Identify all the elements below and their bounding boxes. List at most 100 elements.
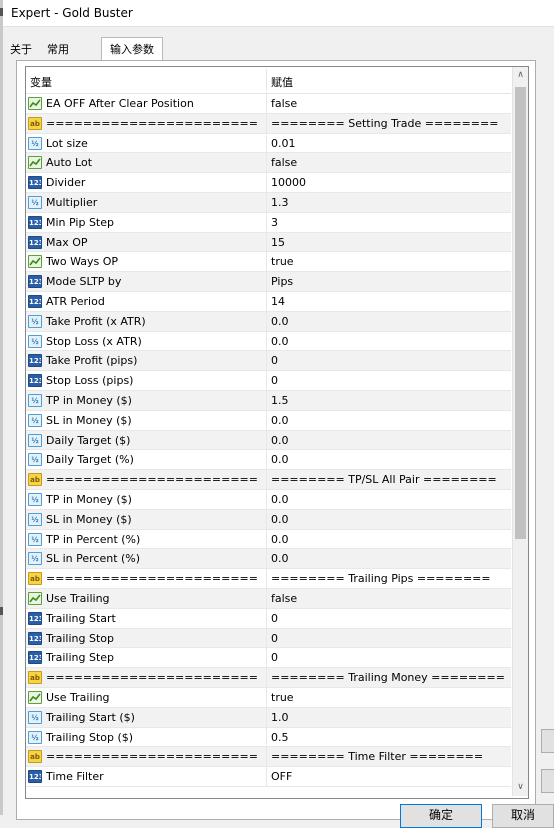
grid-row[interactable]: ab ======================= ======== Traili… (26, 668, 511, 688)
grid-row[interactable]: Two Ways OP true (26, 252, 511, 273)
window-title: Expert - Gold Buster (11, 6, 133, 20)
grid-row[interactable]: ab ======================= ======== TP/SL … (26, 470, 511, 490)
grid-row[interactable]: ½ Trailing Start ($) 1.0 (26, 707, 511, 728)
parameter-value[interactable]: 0.0 (271, 312, 509, 331)
double-icon: ½ (28, 413, 42, 427)
grid-row[interactable]: ½ Lot size 0.01 (26, 133, 511, 154)
parameter-value[interactable]: 0.0 (271, 490, 509, 509)
parameter-value[interactable]: OFF (271, 767, 509, 786)
grid-row[interactable]: 123 Max OP 15 (26, 232, 511, 253)
grid-row[interactable]: Use Trailing true (26, 687, 511, 708)
parameter-value[interactable]: ======== Trailing Money ======== (271, 668, 509, 687)
scroll-down-icon[interactable]: ∨ (513, 779, 528, 795)
parameter-value[interactable]: ======== Setting Trade ======== (271, 114, 509, 133)
column-separator (266, 351, 267, 371)
scroll-up-icon[interactable]: ∧ (513, 67, 528, 83)
parameter-value[interactable]: false (271, 153, 509, 172)
parameter-name: Stop Loss (x ATR) (46, 334, 142, 348)
grid-row[interactable]: ½ Daily Target ($) 0.0 (26, 430, 511, 451)
parameter-value[interactable]: 0.01 (271, 134, 509, 153)
grid-row[interactable]: 123 Take Profit (pips) 0 (26, 351, 511, 372)
side-button[interactable] (541, 729, 554, 753)
parameter-value[interactable]: 15 (271, 233, 509, 252)
scrollbar-thumb[interactable] (515, 87, 526, 539)
side-button[interactable] (541, 769, 554, 793)
parameter-value[interactable]: true (271, 688, 509, 707)
grid-row[interactable]: 123 Trailing Stop 0 (26, 628, 511, 649)
column-separator (266, 232, 267, 252)
grid-row[interactable]: Use Trailing false (26, 588, 511, 609)
grid-row[interactable]: ½ SL in Money ($) 0.0 (26, 509, 511, 530)
parameter-name: Trailing Start ($) (46, 710, 135, 724)
parameter-value[interactable]: 0.0 (271, 530, 509, 549)
tab-common[interactable]: 常用 (40, 39, 76, 60)
parameter-value[interactable]: 0 (271, 648, 509, 667)
parameter-value[interactable]: false (271, 94, 509, 113)
grid-row[interactable]: ½ Trailing Stop ($) 0.5 (26, 727, 511, 748)
grid-row[interactable]: ab ======================= ======== Settin… (26, 113, 511, 134)
vertical-scrollbar[interactable]: ∧ ∨ (512, 67, 528, 796)
column-separator (266, 173, 267, 192)
grid-row[interactable]: ½ TP in Percent (%) 0.0 (26, 529, 511, 550)
parameter-value[interactable]: Pips (271, 272, 509, 291)
column-separator (266, 588, 267, 608)
column-header-value[interactable]: 赋值 (271, 74, 293, 90)
tab-inputs[interactable]: 输入参数 (101, 37, 163, 60)
parameter-value[interactable]: 1.0 (271, 708, 509, 727)
cancel-button[interactable]: 取消 (492, 804, 554, 828)
parameter-value[interactable]: ======== Trailing Pips ======== (271, 569, 509, 588)
grid-row[interactable]: 123 Stop Loss (pips) 0 (26, 371, 511, 391)
grid-row[interactable]: ½ Daily Target (%) 0.0 (26, 450, 511, 471)
string-icon: ab (28, 116, 42, 130)
parameter-value[interactable]: 1.3 (271, 193, 509, 212)
column-separator (266, 707, 267, 727)
column-separator (266, 727, 267, 747)
grid-row[interactable]: ½ SL in Percent (%) 0.0 (26, 549, 511, 570)
parameter-value[interactable]: 0.0 (271, 431, 509, 450)
grid-row[interactable]: ab ======================= ======== Time F… (26, 747, 511, 768)
parameter-value[interactable]: ======== Time Filter ======== (271, 747, 509, 766)
parameter-value[interactable]: 0.0 (271, 450, 509, 469)
tab-about[interactable]: 关于 (7, 39, 35, 60)
parameter-value[interactable]: 0.0 (271, 411, 509, 430)
parameter-value[interactable]: 0.5 (271, 728, 509, 747)
parameter-value[interactable]: 3 (271, 213, 509, 232)
column-separator (266, 311, 267, 331)
parameter-value[interactable]: 0 (271, 629, 509, 648)
grid-row[interactable]: 123 Mode SLTP by Pips (26, 272, 511, 292)
grid-row[interactable]: EA OFF After Clear Position false (26, 94, 511, 114)
parameter-value[interactable]: ======== TP/SL All Pair ======== (271, 470, 509, 489)
grid-row[interactable]: 123 Divider 10000 (26, 173, 511, 193)
grid-row[interactable]: 123 Min Pip Step 3 (26, 212, 511, 233)
parameter-value[interactable]: 0 (271, 351, 509, 370)
column-separator (266, 489, 267, 509)
column-header-variable[interactable]: 变量 (30, 74, 52, 90)
parameter-value[interactable]: 0.0 (271, 510, 509, 529)
parameter-value[interactable]: 0.0 (271, 549, 509, 568)
grid-row[interactable]: 123 ATR Period 14 (26, 291, 511, 312)
parameter-value[interactable]: 1.5 (271, 391, 509, 410)
grid-row[interactable]: 123 Trailing Step 0 (26, 648, 511, 669)
grid-row[interactable]: ½ TP in Money ($) 0.0 (26, 489, 511, 510)
integer-icon: 123 (28, 294, 42, 308)
grid-row[interactable]: 123 Trailing Start 0 (26, 608, 511, 629)
grid-row[interactable]: ½ SL in Money ($) 0.0 (26, 410, 511, 431)
grid-row[interactable]: ½ Multiplier 1.3 (26, 192, 511, 213)
parameter-value[interactable]: true (271, 252, 509, 271)
grid-row[interactable]: Auto Lot false (26, 153, 511, 174)
parameter-value[interactable]: 10000 (271, 173, 509, 192)
bool-icon (28, 591, 42, 605)
integer-icon: 123 (28, 631, 42, 645)
grid-row[interactable]: ½ Stop Loss (x ATR) 0.0 (26, 331, 511, 352)
ok-button[interactable]: 确定 (400, 804, 482, 828)
column-separator (266, 668, 267, 687)
parameter-value[interactable]: 14 (271, 292, 509, 311)
grid-row[interactable]: 123 Time Filter OFF (26, 767, 511, 787)
grid-row[interactable]: ab ======================= ======== Traili… (26, 569, 511, 589)
parameter-value[interactable]: 0 (271, 609, 509, 628)
grid-row[interactable]: ½ Take Profit (x ATR) 0.0 (26, 311, 511, 332)
parameter-value[interactable]: false (271, 589, 509, 608)
parameter-value[interactable]: 0 (271, 371, 509, 390)
grid-row[interactable]: ½ TP in Money ($) 1.5 (26, 390, 511, 411)
parameter-value[interactable]: 0.0 (271, 332, 509, 351)
